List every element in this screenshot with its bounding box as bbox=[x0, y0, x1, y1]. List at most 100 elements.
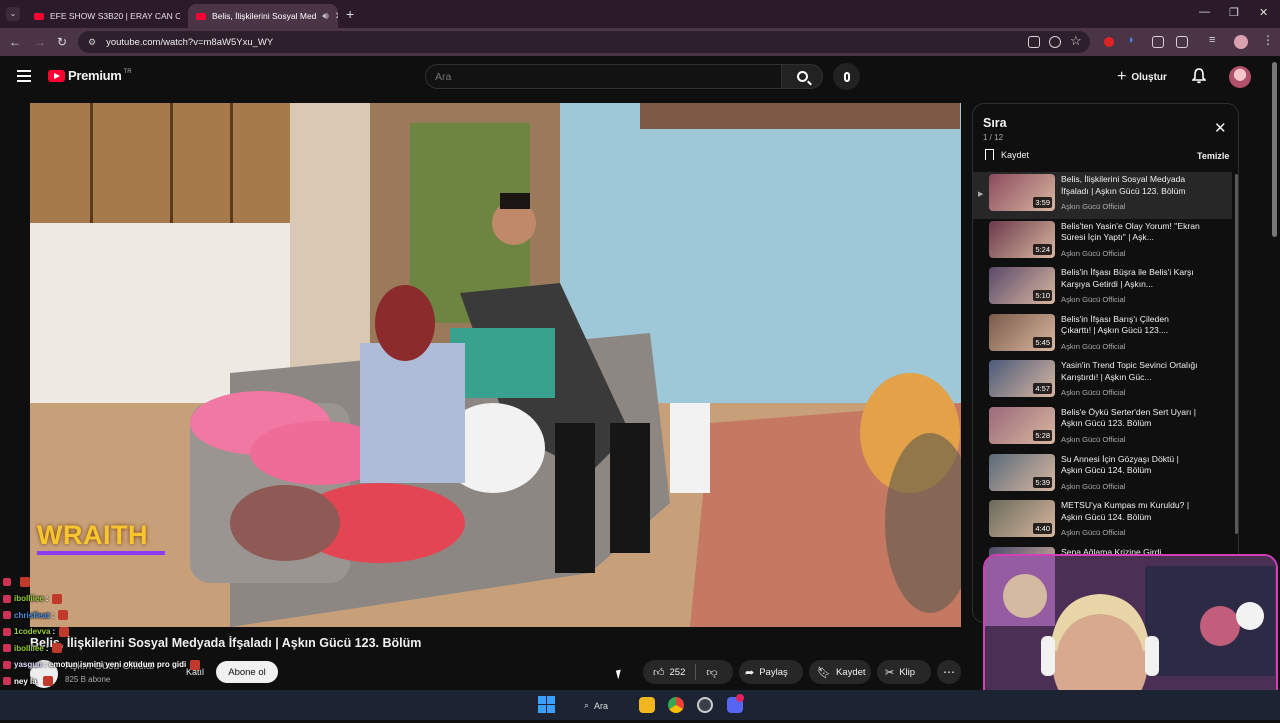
share-label: Paylaş bbox=[759, 666, 788, 678]
new-tab-button[interactable]: + bbox=[346, 6, 354, 22]
close-queue-icon[interactable]: ✕ bbox=[1214, 119, 1227, 137]
clip-button[interactable]: ✂ Klip bbox=[877, 660, 931, 684]
queue-item[interactable]: 5:39 Su Annesi İçin Gözyaşı Döktü | Aşkın… bbox=[973, 452, 1232, 499]
chat-username: chrisfleat bbox=[14, 610, 50, 620]
save-button[interactable]: 🔖︎ Kaydet bbox=[809, 660, 871, 684]
cast-icon[interactable] bbox=[1028, 36, 1040, 48]
menu-icon[interactable] bbox=[17, 70, 31, 82]
stream-overlay-logo: WRAITH bbox=[37, 520, 148, 550]
queue-item[interactable]: ▶ 3:59 Belis, İlişkilerini Sosyal Medyada … bbox=[973, 172, 1232, 219]
windows-logo-pane bbox=[547, 705, 555, 713]
more-actions-button[interactable]: ⋯ bbox=[937, 660, 961, 684]
windows-logo-pane bbox=[538, 705, 546, 713]
clip-label: Klip bbox=[899, 666, 916, 678]
bookmark-star-icon[interactable]: ☆ bbox=[1070, 33, 1082, 49]
search-button[interactable] bbox=[781, 64, 823, 89]
create-label: Oluştur bbox=[1131, 71, 1167, 83]
minimize-icon[interactable]: — bbox=[1199, 6, 1210, 18]
microphone-icon bbox=[843, 71, 850, 82]
address-bar[interactable]: ⚙ youtube.com/watch?v=m8aW5Yxu_WY bbox=[78, 31, 1090, 53]
tab-title: EFE SHOW S3B20 | ERAY CAN C bbox=[50, 11, 180, 21]
queue-item[interactable]: 5:24 Belis'ten Yasin'e Olay Yorum! "Ekran… bbox=[973, 219, 1232, 266]
chat-message: yasgun: emotun ismini yeni okudum pro gi… bbox=[0, 657, 220, 674]
queue-clear-button[interactable]: Temizle bbox=[1197, 151, 1229, 161]
dislike-button[interactable]: 👎︎ bbox=[696, 660, 727, 684]
browser-menu-icon[interactable]: ⋮ bbox=[1262, 33, 1274, 47]
queue-save-button[interactable]: Kaydet bbox=[985, 149, 1029, 160]
chat-emote-icon bbox=[52, 643, 63, 654]
queue-item-channel: Aşkın Gücü Official bbox=[1061, 388, 1126, 398]
file-explorer-icon[interactable] bbox=[639, 697, 655, 713]
youtube-play-icon bbox=[48, 69, 65, 82]
queue-thumbnail[interactable]: 5:39 bbox=[989, 453, 1055, 491]
voice-search-button[interactable] bbox=[833, 63, 860, 90]
reading-list-icon[interactable]: ≡ bbox=[1209, 34, 1215, 46]
queue-thumbnail[interactable]: 4:57 bbox=[989, 360, 1055, 398]
restore-icon[interactable]: ❐ bbox=[1229, 6, 1239, 19]
queue-item-text: Yasin'in Trend Topic Sevinci Ortalığı Ka… bbox=[1061, 358, 1201, 405]
bookmark-icon bbox=[985, 149, 994, 160]
queue-scrollbar[interactable] bbox=[1235, 174, 1238, 534]
queue-item-text: Belis'in İfşası Barış'ı Çileden Çıkarttı… bbox=[1061, 312, 1201, 359]
extensions-puzzle-icon[interactable] bbox=[1176, 36, 1188, 48]
chat-message: ibolliiee: bbox=[0, 591, 220, 608]
page-scrollbar[interactable] bbox=[1272, 62, 1277, 237]
start-button[interactable] bbox=[538, 696, 555, 713]
queue-item-title: METSU'ya Kumpas mı Kuruldu? | Aşkın Gücü… bbox=[1061, 500, 1190, 522]
youtube-premium-logo[interactable]: Premium TR bbox=[48, 68, 132, 83]
queue-item[interactable]: 4:40 METSU'ya Kumpas mı Kuruldu? | Aşkın … bbox=[973, 498, 1232, 545]
chat-badge-icon bbox=[3, 611, 11, 620]
back-icon[interactable]: ← bbox=[9, 35, 21, 49]
queue-thumbnail[interactable]: 5:28 bbox=[989, 406, 1055, 444]
queue-item-text: Belis'ten Yasin'e Olay Yorum! "Ekran Sür… bbox=[1061, 219, 1201, 266]
queue-item[interactable]: 5:45 Belis'in İfşası Barış'ı Çileden Çıka… bbox=[973, 312, 1232, 359]
queue-thumbnail[interactable]: 4:40 bbox=[989, 500, 1055, 538]
queue-item-title: Yasin'in Trend Topic Sevinci Ortalığı Ka… bbox=[1061, 360, 1198, 382]
queue-item-channel: Aşkın Gücü Official bbox=[1061, 528, 1126, 538]
video-duration: 5:28 bbox=[1033, 429, 1052, 441]
subscribe-button[interactable]: Abone ol bbox=[216, 661, 278, 683]
chat-username: ibolliiee bbox=[14, 643, 44, 653]
queue-thumbnail[interactable]: 3:59 bbox=[989, 174, 1055, 211]
site-info-icon[interactable]: ⚙ bbox=[88, 37, 96, 48]
browser-tab-2[interactable]: Belis, İlişkilerini Sosyal Med 🔊︎ ✕ bbox=[188, 4, 338, 28]
chat-message: chrisfleat: bbox=[0, 607, 220, 624]
chrome-icon[interactable] bbox=[668, 697, 684, 713]
chat-username: yasgun bbox=[14, 660, 43, 670]
tab-list-button[interactable]: ⌄ bbox=[6, 7, 20, 21]
taskbar-search[interactable]: ⌕ Ara bbox=[576, 697, 632, 714]
queue-thumbnail[interactable]: 5:45 bbox=[989, 313, 1055, 351]
notifications-bell-icon[interactable] bbox=[1192, 68, 1206, 84]
video-player[interactable] bbox=[30, 103, 961, 627]
plus-icon: + bbox=[1117, 68, 1127, 85]
profile-avatar[interactable] bbox=[1234, 35, 1248, 49]
video-duration: 5:10 bbox=[1033, 290, 1052, 302]
create-button[interactable]: + Oluştur bbox=[1117, 66, 1167, 88]
audio-icon[interactable]: 🔊︎ bbox=[316, 11, 328, 22]
close-window-icon[interactable]: ✕ bbox=[1259, 6, 1268, 19]
queue-item[interactable]: 5:10 Belis'in İfşası Büşra ile Belis'i Ka… bbox=[973, 265, 1232, 312]
chat-emote-icon bbox=[58, 610, 69, 621]
account-avatar[interactable] bbox=[1229, 66, 1251, 88]
browser-tab-1[interactable]: EFE SHOW S3B20 | ERAY CAN C ✕ bbox=[26, 4, 180, 28]
video-duration: 5:45 bbox=[1033, 336, 1052, 348]
queue-thumbnail[interactable]: 5:10 bbox=[989, 267, 1055, 305]
queue-item[interactable]: 4:57 Yasin'in Trend Topic Sevinci Ortalığ… bbox=[973, 358, 1232, 405]
close-tab-icon[interactable]: ✕ bbox=[329, 11, 338, 22]
reload-icon[interactable]: ↻ bbox=[57, 35, 67, 49]
forward-icon[interactable]: → bbox=[34, 35, 46, 49]
logo-text: Premium bbox=[68, 68, 122, 83]
share-button[interactable]: ➦ Paylaş bbox=[739, 660, 803, 684]
like-button[interactable]: 👍︎ 252 bbox=[643, 660, 695, 684]
queue-thumbnail[interactable]: 5:24 bbox=[989, 220, 1055, 258]
search-input[interactable] bbox=[425, 64, 782, 89]
obs-icon[interactable] bbox=[697, 697, 713, 713]
extension-audio-icon[interactable]: ◗ bbox=[1128, 34, 1135, 46]
queue-item[interactable]: 5:28 Belis'e Öykü Serter'den Sert Uyarı |… bbox=[973, 405, 1232, 452]
extension-red-icon[interactable] bbox=[1104, 37, 1114, 47]
eye-slash-icon[interactable] bbox=[1049, 36, 1061, 48]
video-duration: 5:24 bbox=[1033, 243, 1052, 255]
extension-shield-icon[interactable] bbox=[1152, 36, 1164, 48]
chat-text: : bbox=[51, 610, 55, 620]
search-icon bbox=[796, 71, 808, 82]
